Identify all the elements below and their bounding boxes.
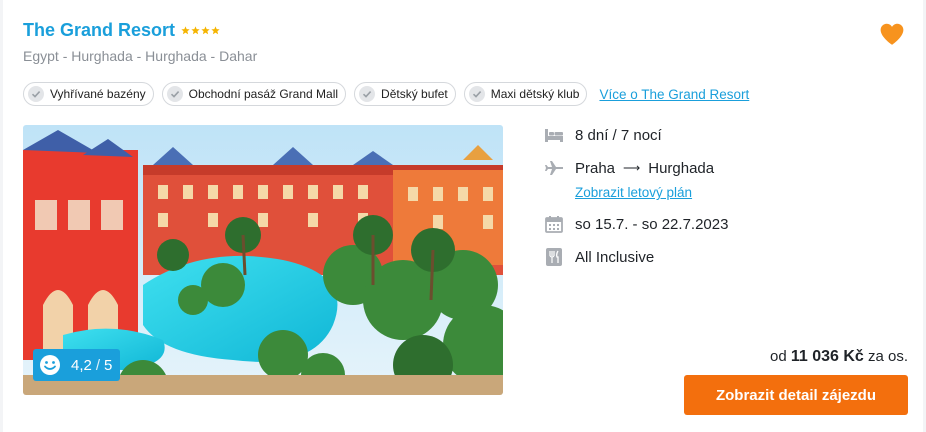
- board-row: All Inclusive: [543, 247, 654, 267]
- hotel-card: The Grand Resort Egypt - Hurghada - Hurg…: [3, 0, 923, 432]
- star-icon: [181, 26, 190, 35]
- check-icon: [359, 86, 376, 102]
- cutlery-icon: [543, 247, 565, 267]
- check-icon: [166, 86, 183, 102]
- title-row: The Grand Resort: [23, 20, 220, 41]
- bed-icon: [543, 125, 565, 145]
- more-about-hotel-link[interactable]: Více o The Grand Resort: [599, 87, 749, 102]
- amenity-tag-label: Dětský bufet: [381, 87, 448, 101]
- price: od 11 036 Kč za os.: [770, 348, 908, 366]
- amenity-tag-label: Obchodní pasáž Grand Mall: [188, 87, 339, 101]
- rating-score: 4,2: [71, 356, 92, 374]
- duration-row: 8 dní / 7 nocí: [543, 125, 662, 145]
- heart-icon[interactable]: [879, 22, 905, 46]
- hotel-name-link[interactable]: The Grand Resort: [23, 20, 175, 41]
- check-icon: [468, 86, 485, 102]
- amenity-tag-label: Maxi dětský klub: [490, 87, 580, 101]
- amenity-tag: Maxi dětský klub: [463, 82, 588, 106]
- star-icon: [191, 26, 200, 35]
- price-prefix: od: [769, 348, 787, 365]
- hotel-location: Egypt - Hurghada - Hurghada - Dahar: [23, 48, 258, 64]
- smiley-icon: [40, 355, 60, 375]
- route-to: Hurghada: [648, 159, 715, 177]
- star-icon: [201, 26, 210, 35]
- amenity-tags: Vyhřívané bazény Obchodní pasáž Grand Ma…: [23, 82, 749, 106]
- dates-row: so 15.7. - so 22.7.2023: [543, 214, 728, 234]
- board-text: All Inclusive: [575, 248, 655, 266]
- dates-text: so 15.7. - so 22.7.2023: [575, 215, 729, 233]
- route-row: Praha ⟶ Hurghada: [543, 158, 714, 178]
- rating-separator: /: [95, 356, 101, 374]
- rating-badge: 4,2 / 5: [33, 349, 121, 381]
- calendar-icon: [543, 214, 565, 234]
- hotel-photo[interactable]: 4,2 / 5: [23, 125, 503, 395]
- star-rating: [181, 26, 220, 35]
- duration-text: 8 dní / 7 nocí: [575, 126, 662, 144]
- price-suffix: za os.: [867, 348, 908, 365]
- route-arrow: ⟶: [623, 161, 641, 175]
- route-from: Praha: [575, 159, 616, 177]
- amenity-tag: Obchodní pasáž Grand Mall: [161, 82, 347, 106]
- airplane-icon: [543, 158, 565, 178]
- amenity-tag: Dětský bufet: [354, 82, 456, 106]
- flight-plan-link[interactable]: Zobrazit letový plán: [575, 185, 692, 200]
- check-icon: [28, 86, 44, 102]
- amenity-tag-label: Vyhřívané bazény: [50, 87, 146, 101]
- amenity-tag: Vyhřívané bazény: [23, 82, 154, 106]
- star-icon: [211, 26, 220, 35]
- show-trip-detail-button[interactable]: Zobrazit detail zájezdu: [684, 375, 908, 415]
- price-amount: 11 036 Kč: [790, 348, 864, 365]
- rating-max: 5: [104, 356, 113, 374]
